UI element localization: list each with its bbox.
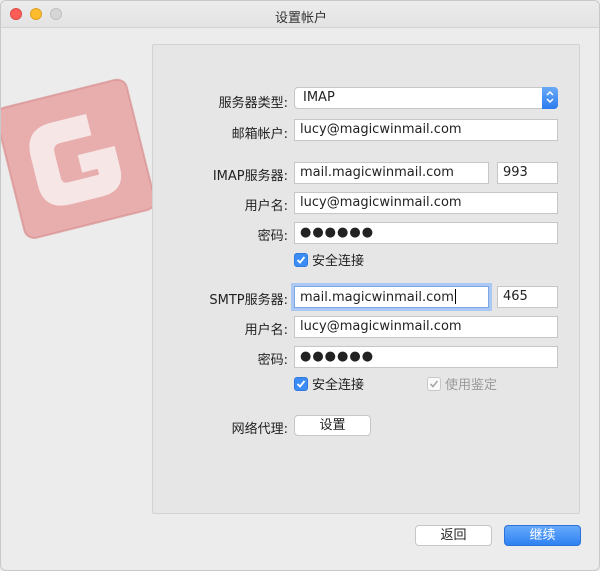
email-account-input[interactable]: lucy@magicwinmail.com [294,119,558,141]
continue-button[interactable]: 继续 [504,525,581,546]
smtp-auth-label: 使用鉴定 [445,378,498,393]
checkmark-icon [294,252,308,267]
account-settings-panel: 服务器类型: IMAP 邮箱帐户: lucy@magicwinmail.com … [152,44,580,514]
server-type-value: IMAP [303,90,335,105]
smtp-auth-checkbox: 使用鉴定 [427,374,497,393]
imap-server-input[interactable]: mail.magicwinmail.com [294,162,489,184]
imap-password-input[interactable]: ●●●●●● [294,222,558,244]
imap-secure-checkbox[interactable]: 安全连接 [294,250,364,269]
server-type-label: 服务器类型: [218,96,288,111]
magicwinmail-logo-icon [1,71,161,251]
checkmark-icon [294,376,308,391]
smtp-server-label: SMTP服务器: [209,293,288,308]
smtp-port-input[interactable]: 465 [497,286,558,308]
imap-username-input[interactable]: lucy@magicwinmail.com [294,192,558,214]
smtp-username-input[interactable]: lucy@magicwinmail.com [294,316,558,338]
imap-secure-label: 安全连接 [312,254,365,269]
smtp-username-label: 用户名: [244,323,288,338]
imap-username-label: 用户名: [244,199,288,214]
smtp-server-input[interactable]: mail.magicwinmail.com [294,286,489,308]
smtp-secure-label: 安全连接 [312,378,365,393]
imap-password-label: 密码: [257,229,288,244]
smtp-secure-checkbox[interactable]: 安全连接 [294,374,364,393]
imap-server-label: IMAP服务器: [212,169,288,184]
checkmark-icon [427,376,441,391]
title-bar: 设置帐户 [1,1,599,28]
chevron-updown-icon [542,87,558,109]
window-title: 设置帐户 [274,11,327,26]
proxy-settings-button[interactable]: 设置 [294,415,371,436]
smtp-password-label: 密码: [257,353,288,368]
network-proxy-label: 网络代理: [231,422,288,437]
setup-account-window: 设置帐户 服务器类型: IMAP 邮箱帐户: lucy@magicwinmail… [0,0,600,571]
smtp-password-input[interactable]: ●●●●●● [294,346,558,368]
back-button[interactable]: 返回 [415,525,492,546]
imap-port-input[interactable]: 993 [497,162,558,184]
email-account-label: 邮箱帐户: [231,127,288,142]
text-caret [454,289,456,304]
server-type-select[interactable]: IMAP [294,87,558,109]
smtp-server-value: mail.magicwinmail.com [300,290,454,305]
